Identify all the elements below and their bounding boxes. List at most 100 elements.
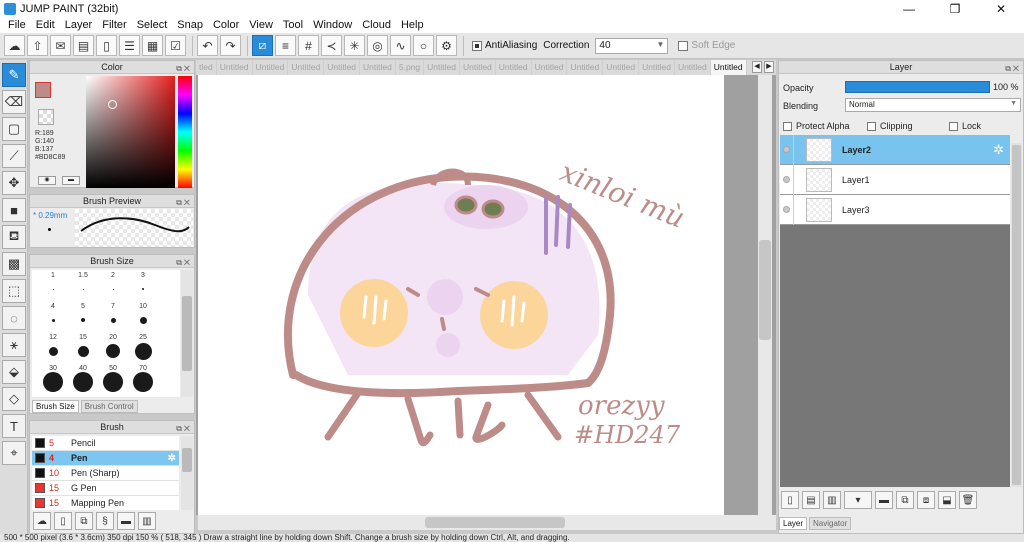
document-tab[interactable]: Untitled bbox=[460, 60, 496, 75]
checklist-icon[interactable]: ☑ bbox=[165, 35, 186, 56]
brush-size-option[interactable]: 4 bbox=[38, 303, 68, 322]
delete-layer-icon[interactable]: 🗑 bbox=[959, 491, 977, 509]
visibility-toggle[interactable] bbox=[780, 194, 794, 225]
clipping-option[interactable]: Clipping bbox=[867, 121, 913, 131]
gear-icon[interactable]: ✲ bbox=[993, 142, 1004, 158]
brush-item-pencil[interactable]: 5 Pencil bbox=[32, 436, 179, 451]
brush-size-option[interactable]: 1 bbox=[38, 272, 68, 290]
tab-brush-size[interactable]: Brush Size bbox=[32, 400, 79, 413]
chevron-left-icon[interactable]: ◀ bbox=[752, 61, 762, 73]
move-tool-icon[interactable]: ✥ bbox=[2, 171, 26, 195]
brush-item-pen[interactable]: 4 Pen ✲ bbox=[32, 451, 179, 466]
soft-edge-checkbox[interactable] bbox=[678, 40, 689, 51]
lock-option[interactable]: Lock bbox=[949, 121, 981, 131]
select-eraser-tool-icon[interactable]: ◇ bbox=[2, 387, 26, 411]
upload-icon[interactable]: ⇧ bbox=[27, 35, 48, 56]
tab-navigator[interactable]: Navigator bbox=[809, 517, 852, 530]
close-button[interactable]: ✕ bbox=[978, 0, 1024, 17]
fill-rectangle-tool-icon[interactable]: ■ bbox=[2, 198, 26, 222]
brush-size-option[interactable]: 30 bbox=[38, 365, 68, 392]
brush-size-option[interactable]: 25 bbox=[128, 334, 158, 360]
scrollbar-thumb[interactable] bbox=[425, 517, 565, 528]
brush-size-option[interactable]: 10 bbox=[128, 303, 158, 324]
merge-layer-icon[interactable]: ⧈ bbox=[917, 491, 935, 509]
curve-ruler-icon[interactable]: ∿ bbox=[390, 35, 411, 56]
menu-layer[interactable]: Layer bbox=[60, 19, 98, 31]
menu-view[interactable]: View bbox=[244, 19, 278, 31]
merge-down-icon[interactable]: ⬓ bbox=[938, 491, 956, 509]
brush-size-option[interactable]: 7 bbox=[98, 303, 128, 323]
text-tool-icon[interactable]: T bbox=[2, 414, 26, 438]
document-tab[interactable]: Untitled bbox=[639, 60, 675, 75]
protect-alpha-option[interactable]: Protect Alpha bbox=[783, 121, 850, 131]
opacity-slider[interactable] bbox=[845, 81, 990, 93]
document-tab[interactable]: Untitled bbox=[288, 60, 325, 75]
color-wheel-button[interactable]: ◉ bbox=[38, 176, 56, 185]
grid-ruler-icon[interactable]: # bbox=[298, 35, 319, 56]
saturation-value-picker[interactable] bbox=[86, 76, 175, 188]
main-color-swatch[interactable] bbox=[35, 82, 51, 98]
brush-size-option[interactable]: 50 bbox=[98, 365, 128, 392]
document-tab[interactable]: Untitled bbox=[532, 60, 568, 75]
brush-size-option[interactable]: 3 bbox=[128, 272, 158, 290]
document-tab[interactable]: 5.png bbox=[396, 60, 425, 75]
document-tab[interactable]: Untitled bbox=[603, 60, 640, 75]
antialiasing-checkbox[interactable] bbox=[472, 40, 482, 51]
line-ruler-icon[interactable]: ⧄ bbox=[252, 35, 273, 56]
select-pen-tool-icon[interactable]: ⬙ bbox=[2, 360, 26, 384]
panel-controls-icon[interactable]: ⧉✕ bbox=[176, 62, 192, 75]
document-tab[interactable]: Untitled bbox=[360, 60, 396, 75]
document-tab[interactable]: Untitled bbox=[253, 60, 289, 75]
menu-file[interactable]: File bbox=[3, 19, 31, 31]
brush-size-option[interactable]: 40 bbox=[68, 365, 98, 392]
snap-settings-icon[interactable]: ⚙ bbox=[436, 35, 457, 56]
brush-size-option[interactable]: 20 bbox=[98, 334, 128, 358]
cloud-icon[interactable]: ☁ bbox=[4, 35, 25, 56]
line-tool-icon[interactable]: ⟋ bbox=[2, 144, 26, 168]
visibility-toggle[interactable] bbox=[780, 134, 794, 165]
tab-brush-control[interactable]: Brush Control bbox=[80, 400, 138, 413]
document-list-icon[interactable]: ☰ bbox=[119, 35, 140, 56]
color-picker-cursor[interactable] bbox=[108, 100, 117, 109]
pen-tool-icon[interactable]: ✎ bbox=[2, 63, 26, 87]
drawing-canvas[interactable]: xinloi mù orezyy #HD247 bbox=[198, 75, 724, 515]
blending-select[interactable]: Normal ▼ bbox=[845, 98, 1021, 112]
visibility-toggle[interactable] bbox=[780, 164, 794, 195]
panel-controls-icon[interactable]: ⧉✕ bbox=[176, 422, 192, 435]
maximize-button[interactable]: ❐ bbox=[932, 0, 978, 17]
canvas-vertical-scrollbar[interactable] bbox=[758, 75, 772, 515]
new-layer-icon[interactable]: ▯ bbox=[781, 491, 799, 509]
lock-checkbox[interactable] bbox=[949, 121, 958, 131]
document-tab[interactable]: Untitled bbox=[217, 60, 253, 75]
document-tab[interactable]: Untitled bbox=[424, 60, 460, 75]
new-halftone-layer-icon[interactable]: ▤ bbox=[802, 491, 820, 509]
menu-filter[interactable]: Filter bbox=[97, 19, 131, 31]
panel-controls-icon[interactable]: ⧉✕ bbox=[176, 196, 192, 209]
copy-brush-icon[interactable]: ⧉ bbox=[75, 512, 93, 530]
undo-icon[interactable]: ↶ bbox=[197, 35, 218, 56]
menu-color[interactable]: Color bbox=[208, 19, 244, 31]
comment-icon[interactable]: ✉ bbox=[50, 35, 71, 56]
perspective-ruler-icon[interactable]: ≺ bbox=[321, 35, 342, 56]
chevron-right-icon[interactable]: ▶ bbox=[764, 61, 774, 73]
eyedropper-tool-icon[interactable]: ⌖ bbox=[2, 441, 26, 465]
menu-cloud[interactable]: Cloud bbox=[357, 19, 396, 31]
radial-ruler-icon[interactable]: ✳ bbox=[344, 35, 365, 56]
scrollbar-thumb[interactable] bbox=[759, 240, 771, 340]
redo-icon[interactable]: ↷ bbox=[220, 35, 241, 56]
transparent-color-swatch[interactable] bbox=[38, 109, 54, 125]
ellipse-ruler-icon[interactable]: ○ bbox=[413, 35, 434, 56]
document-tab[interactable]: tled bbox=[196, 60, 217, 75]
brush-size-option[interactable]: 2 bbox=[98, 272, 128, 290]
concentric-ruler-icon[interactable]: ◎ bbox=[367, 35, 388, 56]
duplicate-layer-icon[interactable]: ⧉ bbox=[896, 491, 914, 509]
brush-size-scrollbar[interactable] bbox=[181, 270, 193, 397]
menu-select[interactable]: Select bbox=[132, 19, 173, 31]
delete-brush-icon[interactable]: ▥ bbox=[138, 512, 156, 530]
tab-layer[interactable]: Layer bbox=[779, 517, 808, 530]
cloud-brush-icon[interactable]: ☁ bbox=[33, 512, 51, 530]
brush-size-option[interactable]: 1.5 bbox=[68, 272, 98, 290]
parallel-ruler-icon[interactable]: ≡ bbox=[275, 35, 296, 56]
layer-item-layer1[interactable]: Layer1 bbox=[780, 164, 1010, 195]
layer-list-scrollbar[interactable] bbox=[1011, 143, 1022, 487]
